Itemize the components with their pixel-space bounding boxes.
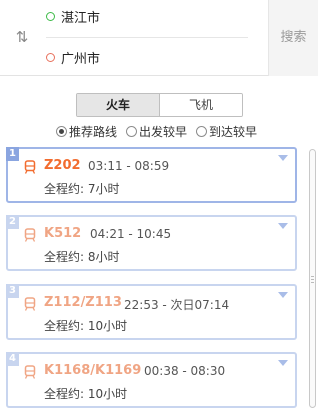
radio-recommended[interactable] [56, 125, 67, 137]
route-card[interactable]: 1 Z202 03:11 - 08:59 全程约: 7小时 [6, 147, 297, 203]
sort-early-departure[interactable]: 出发较早 [126, 123, 187, 140]
sort-early-arrival-label: 到达较早 [209, 124, 258, 139]
route-list: 1 Z202 03:11 - 08:59 全程约: 7小时 2 K512 04:… [6, 147, 297, 410]
train-icon [24, 365, 36, 379]
train-time: 04:21 - 10:45 [90, 227, 172, 241]
sort-options: 推荐路线 出发较早 到达较早 [56, 123, 266, 139]
swap-vertical-icon[interactable]: ⇅ [13, 27, 31, 47]
sort-recommended[interactable]: 推荐路线 [56, 123, 117, 140]
train-time: 22:53 - 次日07:14 [124, 298, 230, 312]
train-number: Z202 [44, 158, 81, 173]
origin-city: 湛江市 [61, 10, 101, 26]
route-list-scrollbar[interactable] [306, 147, 318, 410]
sort-early-departure-label: 出发较早 [139, 124, 188, 139]
destination-field[interactable]: 广州市 [46, 47, 100, 67]
route-index-badge: 4 [6, 352, 19, 366]
trip-duration: 全程约: 7小时 [44, 182, 120, 196]
route-card[interactable]: 4 K1168/K1169 00:38 - 08:30 全程约: 10小时 [6, 352, 297, 408]
route-index-badge: 1 [6, 147, 19, 161]
origin-dot-icon [46, 11, 55, 21]
route-index-badge: 2 [6, 215, 19, 229]
trip-duration: 全程约: 10小时 [44, 387, 128, 401]
train-icon [24, 160, 36, 174]
destination-dot-icon [46, 52, 55, 62]
trip-duration: 全程约: 8小时 [44, 250, 120, 264]
train-icon [24, 297, 36, 311]
sort-recommended-label: 推荐路线 [69, 124, 118, 139]
trip-duration: 全程约: 10小时 [44, 319, 128, 333]
origin-field[interactable]: 湛江市 [46, 6, 100, 26]
tab-train[interactable]: 火车 [77, 94, 160, 116]
radio-early-departure[interactable] [126, 125, 138, 137]
train-number: Z112/Z113 [44, 295, 122, 310]
expand-arrow-icon[interactable] [278, 292, 288, 298]
scroll-thumb[interactable] [309, 149, 316, 408]
route-search-panel: ⇅ 湛江市 广州市 搜索 [0, 0, 318, 76]
tab-flight[interactable]: 飞机 [160, 94, 242, 116]
expand-arrow-icon[interactable] [278, 155, 288, 161]
train-number: K512 [44, 226, 82, 241]
city-divider [46, 37, 248, 38]
route-index-badge: 3 [6, 284, 19, 298]
radio-early-arrival[interactable] [196, 125, 208, 137]
expand-arrow-icon[interactable] [278, 360, 288, 366]
train-time: 03:11 - 08:59 [88, 159, 170, 173]
train-icon [24, 228, 36, 242]
train-time: 00:38 - 08:30 [144, 364, 226, 378]
route-card[interactable]: 3 Z112/Z113 22:53 - 次日07:14 全程约: 10小时 [6, 284, 297, 340]
destination-city: 广州市 [61, 51, 101, 67]
sort-early-arrival[interactable]: 到达较早 [196, 123, 257, 140]
expand-arrow-icon[interactable] [278, 223, 288, 229]
transport-mode-tabs: 火车 飞机 [76, 93, 243, 117]
route-card[interactable]: 2 K512 04:21 - 10:45 全程约: 8小时 [6, 215, 297, 271]
train-number: K1168/K1169 [44, 363, 142, 378]
scroll-grip [311, 282, 314, 283]
scroll-grip [311, 279, 314, 280]
scroll-grip [311, 276, 314, 277]
search-button[interactable]: 搜索 [268, 0, 318, 76]
